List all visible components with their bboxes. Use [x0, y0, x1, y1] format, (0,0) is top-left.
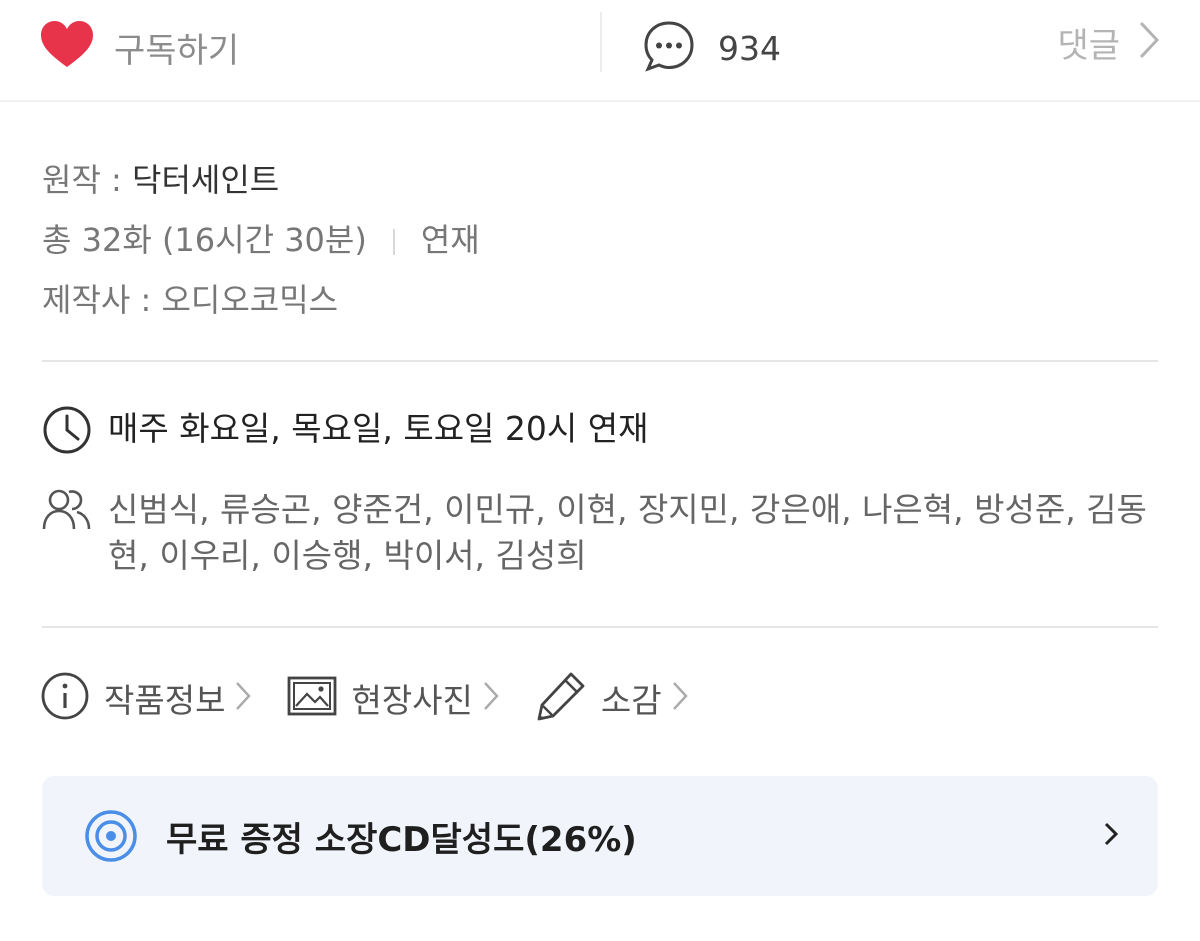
- chevron-right-icon: [483, 681, 499, 715]
- work-info-link[interactable]: 작품정보: [40, 671, 252, 725]
- chevron-right-icon: [1104, 822, 1119, 850]
- image-icon: [287, 675, 337, 721]
- work-links: 작품정보 현장사진 소감: [40, 670, 724, 726]
- schedule-row: 매주 화요일, 목요일, 토요일 20시 연재: [42, 405, 648, 459]
- cd-progress-banner[interactable]: 무료 증정 소장CD달성도(26%): [42, 776, 1158, 896]
- info-icon: [40, 671, 90, 725]
- photos-link[interactable]: 현장사진: [287, 674, 499, 722]
- subscribe-button[interactable]: 구독하기: [40, 20, 240, 74]
- subscribe-label: 구독하기: [114, 30, 240, 71]
- divider: [42, 360, 1158, 362]
- schedule-text: 매주 화요일, 목요일, 토요일 20시 연재: [108, 409, 649, 448]
- cast-row: 신범식, 류승곤, 양준건, 이민규, 이현, 장지민, 강은애, 나은혁, 방…: [42, 487, 1158, 579]
- original-label: 원작 :: [42, 161, 133, 199]
- chevron-right-icon: [235, 681, 252, 715]
- producer-line: 제작사 : 오디오코믹스: [42, 270, 480, 330]
- people-icon: [42, 487, 92, 537]
- target-icon: [85, 810, 137, 862]
- comments-link[interactable]: 댓글: [1057, 18, 1160, 66]
- episode-line: 총 32화 (16시간 30분) 연재: [42, 210, 480, 270]
- work-info: 원작 : 닥터세인트 총 32화 (16시간 30분) 연재 제작사 : 오디오코…: [42, 150, 480, 330]
- top-action-bar: 구독하기 934 댓글: [0, 0, 1200, 102]
- work-info-label: 작품정보: [104, 681, 226, 720]
- review-link[interactable]: 소감: [535, 670, 688, 726]
- photos-label: 현장사진: [351, 681, 473, 720]
- comment-count: 934: [718, 28, 781, 68]
- clock-icon: [42, 405, 92, 459]
- original-author-line: 원작 : 닥터세인트: [42, 150, 480, 210]
- pencil-icon: [535, 670, 587, 726]
- divider: [42, 626, 1158, 628]
- original-author: 닥터세인트: [132, 161, 280, 199]
- episode-count: 총 32화 (16시간 30분): [42, 221, 367, 259]
- separator: [392, 229, 395, 255]
- chevron-right-icon: [672, 681, 688, 715]
- chevron-right-icon: [1138, 20, 1160, 64]
- review-label: 소감: [600, 681, 662, 720]
- divider: [600, 12, 602, 72]
- serial-status: 연재: [420, 221, 480, 259]
- cd-progress-label: 무료 증정 소장CD달성도(26%): [166, 819, 637, 860]
- speech-bubble-icon: [642, 19, 696, 77]
- producer-label: 제작사 :: [42, 281, 162, 319]
- heart-icon: [40, 20, 94, 74]
- comment-count-group[interactable]: 934: [642, 20, 781, 76]
- comments-link-label: 댓글: [1057, 25, 1120, 66]
- cast-list: 신범식, 류승곤, 양준건, 이민규, 이현, 장지민, 강은애, 나은혁, 방…: [108, 490, 1147, 575]
- producer-name: 오디오코믹스: [161, 281, 339, 319]
